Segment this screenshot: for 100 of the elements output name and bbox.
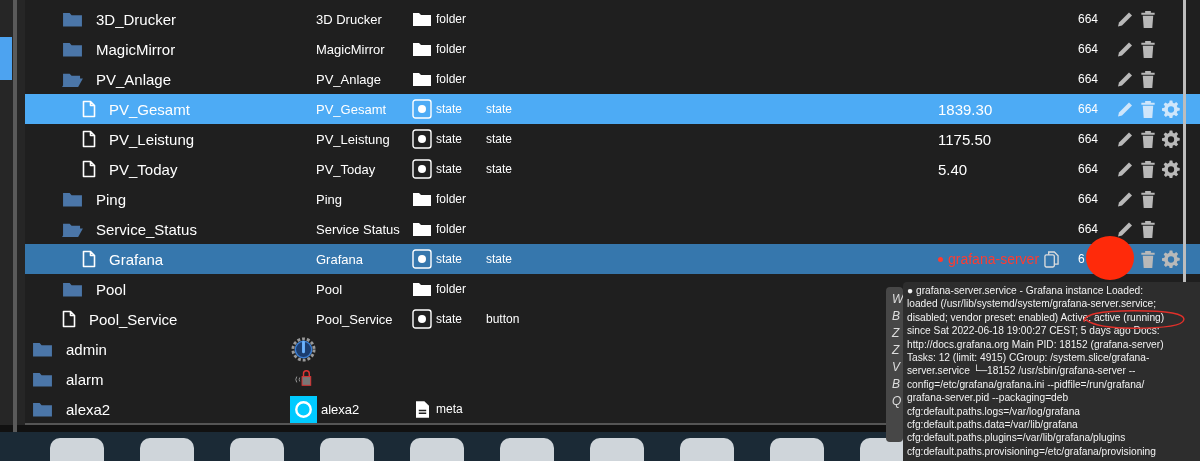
tree-row[interactable]: PV_Anlage PV_Anlage folder 664 [25, 64, 1200, 94]
object-type: state [436, 312, 462, 326]
tooltip-line: since Sat 2022-06-18 19:00:27 CEST; 5 days ago Docs: [907, 324, 1160, 338]
object-role: state [486, 132, 512, 146]
delete-icon[interactable] [1138, 39, 1157, 59]
object-label: PV_Leistung [316, 131, 390, 147]
file-icon [82, 130, 96, 148]
tooltip-text: Z [892, 343, 901, 358]
object-type: state [436, 132, 462, 146]
delete-icon[interactable] [1138, 129, 1157, 149]
object-type: meta [436, 402, 463, 416]
folder-icon[interactable] [32, 370, 53, 388]
tooltip-text: Z [892, 326, 901, 341]
file-icon [82, 160, 96, 178]
tooltip-text: Q [892, 394, 903, 409]
object-name: Service_Status [96, 220, 197, 238]
object-label: Pool_Service [316, 311, 393, 327]
file-icon [82, 100, 96, 118]
object-label: Pool [316, 281, 343, 297]
object-role: button [486, 312, 520, 326]
tooltip-text: V [892, 360, 902, 375]
permissions: 664 [1078, 102, 1099, 116]
object-role: state [486, 102, 512, 116]
object-name: Pool_Service [89, 310, 178, 328]
object-name: MagicMirror [96, 40, 176, 58]
permissions: 664 [1078, 222, 1099, 236]
object-label: PV_Today [316, 161, 376, 177]
tree-row[interactable]: MagicMirror MagicMirror folder 664 [25, 34, 1200, 64]
folder-icon [413, 222, 431, 236]
tree-row[interactable]: PV_Today PV_Today state state 5.40 664 [25, 154, 1200, 184]
tooltip-line: cfg:default.paths.logs=/var/log/grafana [907, 404, 1081, 419]
object-type: folder [436, 72, 467, 86]
tooltip-line: http://docs.grafana.org Main PID: 18152 (grafana-server) [907, 337, 1164, 352]
tree-row[interactable]: PV_Leistung PV_Leistung state state 1175.50 664 [25, 124, 1200, 154]
object-name: PV_Leistung [109, 130, 195, 148]
folder-icon[interactable] [62, 280, 83, 298]
tooltip-line: cfg:default.paths.plugins=/var/lib/grafana/plugins [907, 431, 1126, 445]
tree-row[interactable]: Service_Status Service Status folder 664 [25, 214, 1200, 244]
object-name: alexa2 [66, 400, 111, 418]
object-name: alarm [66, 370, 104, 388]
object-label: Service Status [316, 221, 400, 237]
object-value: 1839.30 [938, 100, 993, 118]
folder-icon [413, 42, 431, 56]
folder-icon[interactable] [62, 190, 83, 208]
object-name: Ping [96, 190, 127, 208]
tooltip-line: config=/etc/grafana/grafana.ini --pidfile=/run/grafana/ [907, 377, 1145, 392]
tooltip-text: B [892, 377, 901, 392]
state-icon [412, 99, 432, 119]
copy-icon[interactable] [1044, 250, 1060, 268]
object-name: PV_Today [109, 160, 178, 178]
tooltip-line: cfg:default.paths.data=/var/lib/grafana [907, 418, 1078, 432]
object-label: Ping [316, 191, 343, 207]
delete-icon[interactable] [1138, 219, 1157, 239]
file-icon [82, 250, 96, 268]
object-label: MagicMirror [316, 41, 385, 57]
folder-icon [413, 282, 431, 296]
folder-icon[interactable] [32, 340, 53, 358]
object-type: folder [436, 282, 467, 296]
tree-row[interactable]: Ping Ping folder 664 [25, 184, 1200, 214]
permissions: 664 [1078, 192, 1099, 206]
gear-logo-icon [290, 335, 317, 363]
settings-icon[interactable] [1161, 159, 1180, 179]
object-type: state [436, 102, 462, 116]
state-icon [412, 249, 432, 269]
object-label: 3D Drucker [316, 11, 382, 27]
object-role: state [486, 252, 512, 266]
object-type: state [436, 162, 462, 176]
folder-icon[interactable] [32, 400, 53, 418]
object-name: 3D_Drucker [96, 10, 177, 28]
object-value: 5.40 [938, 160, 968, 178]
object-name: PV_Anlage [96, 70, 172, 88]
object-type: state [436, 252, 462, 266]
annotation-dot [1086, 236, 1134, 280]
object-name: Pool [96, 280, 127, 298]
tree-row[interactable]: 3D_Drucker 3D Drucker folder 664 [25, 4, 1200, 34]
settings-icon[interactable] [1161, 129, 1180, 149]
object-label: PV_Anlage [316, 71, 382, 87]
state-icon [412, 309, 432, 329]
object-name: admin [66, 340, 107, 358]
tooltip-line: grafana-server.pid --packaging=deb [907, 391, 1069, 405]
tooltip-line: server.service └─18152 /usr/sbin/grafana-server -- [907, 364, 1136, 378]
tooltip-line: ● grafana-server.service - Grafana instance Loaded: [907, 284, 1144, 298]
permissions: 6 [1078, 252, 1085, 266]
folder-icon [413, 12, 431, 26]
folder-icon[interactable] [62, 10, 83, 28]
object-type: folder [436, 192, 467, 206]
ring-logo-icon [290, 395, 317, 423]
delete-icon[interactable] [1138, 189, 1157, 209]
delete-icon[interactable] [1138, 9, 1157, 29]
tree-row[interactable]: Grafana Grafana state state grafana-server 6 [25, 244, 1200, 274]
folder-icon [413, 192, 431, 206]
delete-icon[interactable] [1138, 69, 1157, 89]
object-label: Grafana [316, 251, 363, 267]
permissions: 664 [1078, 72, 1099, 86]
folder-icon[interactable] [62, 40, 83, 58]
permissions: 664 [1078, 12, 1099, 26]
object-type: folder [436, 222, 467, 236]
delete-icon[interactable] [1138, 159, 1157, 179]
permissions: 664 [1078, 132, 1099, 146]
object-type: folder [436, 42, 467, 56]
